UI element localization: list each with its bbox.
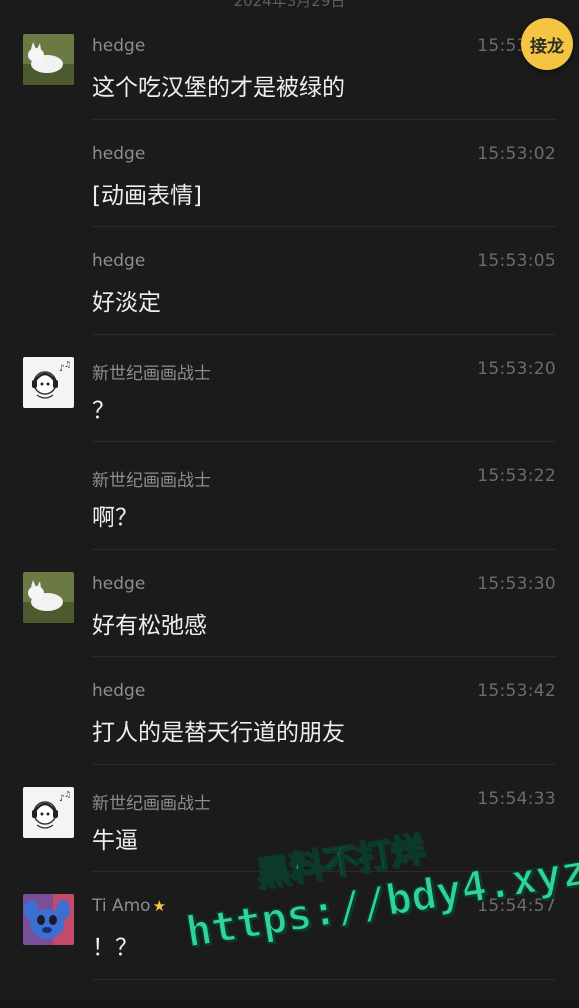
message-text: 打人的是替天行道的朋友 [92,720,345,746]
sender-name: Ti Amo ★ [92,896,167,916]
message-time: 15:53:22 [477,466,556,486]
message-time: 15:54:57 [477,896,556,916]
message-item[interactable]: hedge 15:53:42 打人的是替天行道的朋友 [0,657,579,765]
message-time: 15:54:33 [477,788,556,809]
sender-name: 新世纪画画战士 [92,363,211,384]
message-text: ？ [92,397,115,424]
message-item[interactable]: ♪ ♫ 新世纪画画战士 15:53:20 ？ [0,335,579,442]
message-item[interactable]: ♪ ♫ 新世纪画画战士 15:54:33 牛逼 [0,765,579,872]
avatar-blue-cartoon[interactable] [23,894,74,945]
message-text: 牛逼 [92,827,138,854]
message-time: 15:53:30 [477,573,556,594]
svg-text:♫: ♫ [64,790,71,799]
message-list: hedge 15:53:00 这个吃汉堡的才是被绿的 hedge 15:53:0… [0,12,579,980]
message-time: 15:53:05 [477,251,556,271]
message-text: [动画表情] [92,182,202,209]
message-item[interactable]: 新世纪画画战士 15:53:22 啊？ [0,442,579,550]
avatar-headphone-sketch[interactable]: ♪ ♫ [23,786,74,838]
sender-name: 新世纪画画战士 [92,471,211,491]
sender-name: hedge [92,681,146,701]
jielong-button[interactable]: 接龙 [521,18,573,70]
sender-name: hedge [92,573,146,594]
message-text: ！？ [92,935,138,961]
message-item[interactable]: hedge 15:53:02 [动画表情] [0,120,579,227]
message-divider [92,978,556,980]
message-item[interactable]: Ti Amo ★ 15:54:57 ！？ [0,872,579,980]
message-time: 15:53:02 [477,143,556,164]
message-time: 15:53:42 [477,681,556,701]
message-item[interactable]: hedge 15:53:05 好淡定 [0,227,579,335]
message-time: 15:53:20 [477,358,556,379]
message-text: 这个吃汉堡的才是被绿的 [92,75,345,101]
message-text: 啊？ [92,505,138,531]
avatar-headphone-sketch[interactable]: ♪ ♫ [23,356,74,408]
message-text: 好有松弛感 [92,612,207,639]
sender-name: hedge [92,36,146,56]
message-text: 好淡定 [92,290,161,316]
svg-text:♫: ♫ [64,360,71,369]
bottom-bar [0,1000,579,1008]
message-item[interactable]: hedge 15:53:00 这个吃汉堡的才是被绿的 [0,12,579,120]
message-item[interactable]: hedge 15:53:30 好有松弛感 [0,550,579,657]
avatar-white-cat[interactable] [23,571,74,623]
sender-name: hedge [92,143,146,164]
avatar-white-cat[interactable] [23,34,74,85]
sender-name: hedge [92,251,146,271]
date-header: 2024年3月29日 [233,0,346,10]
sender-name: 新世纪画画战士 [92,793,211,814]
star-icon: ★ [152,897,167,915]
